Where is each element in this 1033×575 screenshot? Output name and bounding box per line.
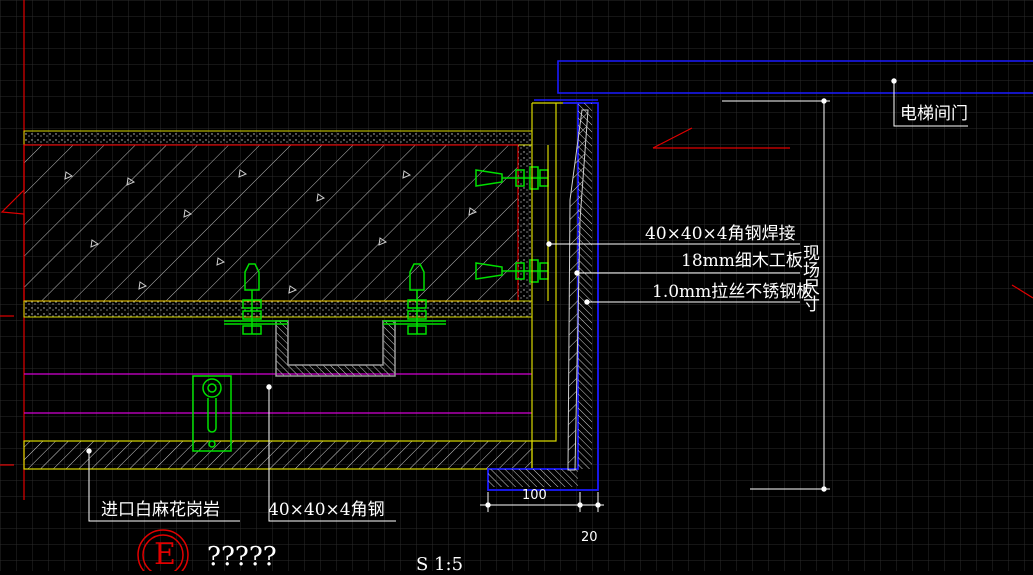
- label-stainless-plate: 1.0mm拉丝不锈钢板: [652, 282, 814, 302]
- bottom-mortar-strip: [23, 300, 533, 318]
- concrete-wall: [23, 144, 532, 302]
- label-elevator-door: 电梯间门: [900, 104, 968, 124]
- label-angle-steel: 40×40×4角钢: [268, 500, 385, 520]
- label-site-dimension: 现场尺寸: [799, 244, 819, 312]
- drawing-scale: S 1:5: [416, 554, 464, 575]
- cad-drawing-canvas: [0, 0, 1033, 571]
- dimension-100: 100: [522, 488, 547, 503]
- drawing-title: ?????: [207, 542, 277, 572]
- granite-slab: [23, 440, 533, 470]
- dimension-20: 20: [581, 530, 598, 545]
- label-angle-steel-weld: 40×40×4角钢焊接: [645, 224, 796, 244]
- section-letter: E: [154, 537, 176, 572]
- top-mortar-strip: [23, 130, 533, 146]
- label-granite: 进口白麻花岗岩: [101, 500, 220, 520]
- label-plywood: 18mm细木工板: [681, 251, 803, 271]
